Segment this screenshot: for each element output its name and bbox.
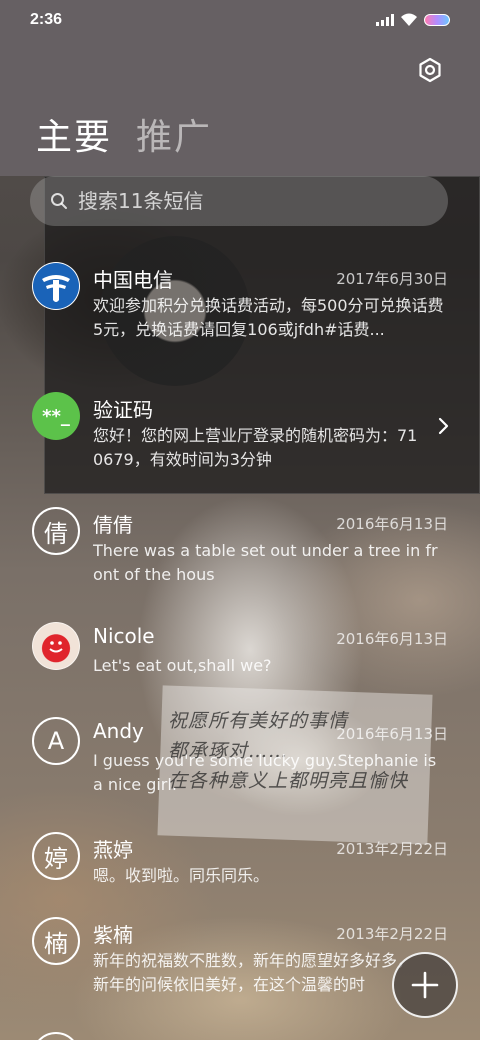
conversation-name: 子玲 [93,1034,133,1040]
conversation-item[interactable]: **_ 验证码 您好！您的网上营业厅登录的随机密码为：710679，有效时间为3… [0,376,480,486]
tab-primary[interactable]: 主要 [36,108,112,160]
tab-promotions[interactable]: 推广 [136,108,212,160]
search-icon [51,193,67,209]
conversation-preview: There was a table set out under a tree i… [93,541,438,584]
compose-button[interactable] [392,952,458,1018]
conversation-name: 燕婷 [93,838,133,862]
status-bar: 2:36 [0,0,480,40]
contact-avatar: A [32,717,80,765]
conversation-item[interactable]: 倩 倩倩 2016年6月13日 There was a table set ou… [0,491,480,601]
conversation-name: Nicole [93,624,155,648]
conversation-date: 2013年2月22日 [336,840,448,858]
conversation-preview: 新年的祝福数不胜数，新年的愿望好多好多，新年的问候依旧美好，在这个温馨的时 [93,951,413,994]
chevron-right-icon[interactable] [436,416,452,436]
search-bar[interactable] [30,176,448,226]
conversation-date: 2016年6月13日 [336,725,448,743]
telecom-logo-avatar [32,262,80,310]
gear-icon [419,57,441,83]
conversation-preview: 嗯。收到啦。同乐同乐。 [93,866,270,885]
conversation-item[interactable]: 中国电信 2017年6月30日 欢迎参加积分兑换话费活动，每500分可兑换话费5… [0,246,480,356]
conversation-preview: Let's eat out,shall we? [93,656,272,675]
wifi-icon [401,13,417,26]
conversation-item[interactable]: 子玲 [0,1016,480,1040]
conversation-name: 中国电信 [93,268,173,292]
conversation-name: Andy [93,719,144,743]
contact-avatar: 婷 [32,832,80,880]
status-time: 2:36 [30,11,63,28]
conversation-date: 2017年6月30日 [336,270,448,288]
battery-icon [424,14,450,26]
conversation-date: 2016年6月13日 [336,630,448,648]
search-input[interactable] [78,189,398,213]
smiley-icon [49,641,63,653]
signal-icon [376,14,394,26]
settings-button[interactable] [414,54,446,86]
conversation-date: 2016年6月13日 [336,515,448,533]
contact-photo-avatar [32,622,80,670]
conversation-preview: 您好！您的网上营业厅登录的随机密码为：710679，有效时间为3分钟 [93,426,418,469]
conversation-preview: I guess you're some lucky guy.Stephanie … [93,751,437,794]
contact-avatar: 倩 [32,507,80,555]
contact-avatar [32,1032,80,1040]
conversation-date: 2013年2月22日 [336,925,448,943]
category-tabs: 主要 推广 [36,108,212,160]
conversation-item[interactable]: A Andy 2016年6月13日 I guess you're some lu… [0,701,480,811]
conversation-name: 紫楠 [93,923,133,947]
conversation-item[interactable]: Nicole 2016年6月13日 Let's eat out,shall we… [0,606,480,716]
verification-avatar: **_ [32,392,80,440]
contact-avatar: 楠 [32,917,80,965]
conversation-name: 倩倩 [93,513,133,537]
conversation-preview: 欢迎参加积分兑换话费活动，每500分可兑换话费5元，兑换话费请回复106或jfd… [93,296,444,339]
status-icons [376,13,450,27]
plus-icon [411,971,439,999]
telecom-logo-icon [33,263,79,309]
conversation-name: 验证码 [93,398,153,422]
